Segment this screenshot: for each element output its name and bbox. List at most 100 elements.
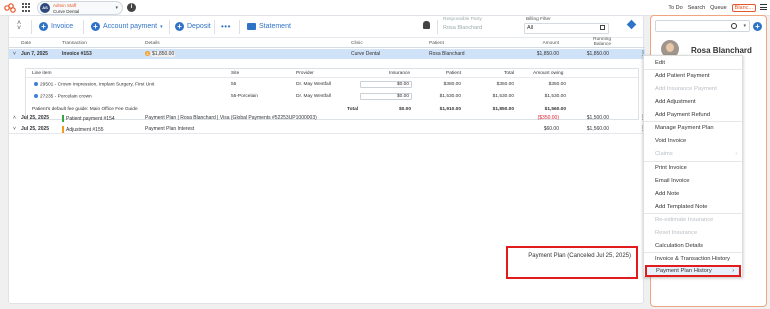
info-icon[interactable]: i (127, 3, 136, 12)
patient-search-input[interactable]: ▾ (655, 20, 750, 32)
payment-marker-icon (62, 115, 64, 122)
apps-grid-icon[interactable] (22, 3, 31, 12)
statement-label: Statement (259, 23, 291, 30)
row-transaction: Invoice #153 (62, 51, 92, 57)
li-col-insurance: Insurance (389, 71, 411, 76)
chevron-up-icon[interactable]: ˄ (13, 115, 16, 121)
menu-edit[interactable]: Edit (644, 57, 742, 69)
responsible-party-label: Responsible Party (443, 17, 482, 22)
col-details[interactable]: Details (145, 41, 160, 46)
menu-print-invoice[interactable]: Print Invoice (644, 162, 742, 174)
insurance-input[interactable]: $0.00 (360, 93, 412, 100)
menu-reestimate-insurance: Re-estimate Insurance (655, 217, 714, 223)
menu-add-note[interactable]: Add Note (644, 188, 742, 200)
divider (31, 20, 32, 34)
billing-filter-label: Billing Filter (526, 17, 551, 22)
total-owing: $1,560.00 (544, 107, 566, 112)
menu-payment-plan-history-label: Payment Plan History (656, 268, 712, 274)
col-amount[interactable]: Amount (529, 41, 559, 46)
line-item-patient: $380.00 (443, 82, 461, 87)
chevron-down-icon[interactable]: ˅ (13, 51, 16, 57)
plus-icon: + (91, 22, 100, 31)
menu-claims-label: Claims (655, 151, 673, 157)
active-patient-tab[interactable]: Blanc... (731, 4, 756, 12)
menu-manage-payment-plan[interactable]: Manage Payment Plan (644, 122, 742, 134)
chevron-right-icon: › (735, 151, 737, 157)
deposit-label: Deposit (187, 23, 211, 30)
todo-link[interactable]: To Do (668, 5, 682, 12)
chevron-down-icon[interactable]: ˅ (13, 126, 16, 132)
staff-switcher[interactable]: AS Admin Staff Curve Dental ▾ (37, 1, 123, 15)
plus-icon[interactable]: + (753, 22, 762, 31)
more-options-button[interactable]: ••• (221, 22, 231, 31)
ledger-row-payment[interactable]: ˄ Jul 25, 2025 Patient payment #154 Paym… (9, 113, 646, 123)
menu-add-payment-refund[interactable]: Add Payment Refund (644, 109, 742, 121)
billing-filter-select[interactable] (524, 23, 609, 34)
line-items-header: Line item Site Provider Insurance Patien… (26, 69, 638, 78)
row-amount: ($350.00) (537, 115, 559, 121)
col-transaction[interactable]: Transaction (62, 41, 87, 46)
search-icon (731, 23, 737, 29)
box-icon[interactable] (626, 19, 637, 30)
ledger-header: Date Transaction Details Clinic Patient … (9, 37, 645, 48)
divider (169, 20, 170, 34)
line-item-patient: $1,530.00 (439, 94, 461, 99)
menu-void-invoice[interactable]: Void Invoice (644, 135, 742, 147)
menu-add-patient-payment[interactable]: Add Patient Payment (644, 70, 742, 82)
fee-guide-text: Patient's default fee guide: Main Office… (32, 107, 138, 112)
divider (239, 20, 240, 34)
menu-invoice-transaction-history[interactable]: Invoice & Transaction History (644, 253, 742, 265)
ledger-toolbar: ˄ ˅ + Invoice + Account payment ▾ + Depos… (9, 16, 645, 38)
row-date: Jul 25, 2025 (21, 126, 50, 132)
avatar: AS (40, 3, 50, 13)
queue-link[interactable]: Queue (710, 5, 727, 12)
line-item-owing: $350.00 (548, 82, 566, 87)
responsible-party-select[interactable]: Rosa Blanchard (443, 25, 482, 31)
li-col-provider: Provider (296, 71, 314, 76)
chevron-down-icon: ▾ (743, 23, 746, 29)
insurance-input[interactable]: $0.00 (360, 81, 412, 88)
invoice-button[interactable]: + Invoice (39, 20, 73, 33)
adjustment-marker-icon (62, 126, 64, 133)
plus-icon: + (39, 22, 48, 31)
bell-icon[interactable] (423, 21, 430, 29)
divider (83, 20, 84, 34)
row-details: Payment Plan Interest (145, 126, 195, 132)
status-dot-icon (34, 82, 38, 86)
deposit-button[interactable]: + Deposit (175, 20, 211, 33)
menu-payment-plan-history[interactable]: Payment Plan History › (645, 265, 741, 277)
line-item-provider: Dr. May Westfall (296, 82, 331, 87)
top-links: To Do Search Queue Blanc... (668, 4, 756, 12)
menu-add-adjustment[interactable]: Add Adjustment (644, 96, 742, 108)
row-date: Jun 7, 2025 (21, 51, 48, 57)
menu-calculation-details[interactable]: Calculation Details (644, 240, 742, 252)
menu-email-invoice[interactable]: Email Invoice (644, 175, 742, 187)
line-item-site: 55 (231, 82, 237, 87)
col-running-balance[interactable]: Running Balance (581, 37, 611, 47)
statement-button[interactable]: Statement (247, 20, 291, 33)
row-transaction: Patient payment #154 (62, 115, 115, 122)
menu-claims: Claims › (644, 148, 742, 160)
ledger-row-invoice[interactable]: ˅ Jun 7, 2025 Invoice #153 $ $1,850.00 Cu… (9, 49, 646, 59)
li-col-site: Site (231, 71, 240, 76)
staff-name: Admin Staff (53, 3, 77, 8)
row-details: Payment Plan | Rosa Blanchard | Visa (Gl… (145, 115, 317, 121)
ledger-row-adjustment[interactable]: ˅ Jul 25, 2025 Adjustment #155 Payment P… (9, 124, 646, 134)
account-payment-button[interactable]: + Account payment ▾ (91, 20, 163, 33)
hamburger-icon[interactable] (760, 4, 767, 10)
li-col-patient: Patient (446, 71, 461, 76)
col-clinic[interactable]: Clinic (351, 41, 363, 46)
curve-logo-icon[interactable] (4, 3, 16, 13)
col-date[interactable]: Date (21, 41, 31, 46)
menu-reset-insurance: Reset Insurance (655, 230, 698, 236)
col-patient[interactable]: Patient (429, 41, 444, 46)
menu-add-templated-note[interactable]: Add Templated Note (644, 201, 742, 213)
calendar-icon[interactable] (600, 25, 605, 30)
row-context-menu: Edit Add Patient Payment Add Insurance P… (643, 55, 743, 277)
divider (437, 20, 438, 34)
line-item-site: 55-Porcelain (231, 94, 258, 99)
sort-arrows-icon[interactable]: ˄ ˅ (17, 20, 21, 32)
line-item-desc: 27235 - Porcelain crown (34, 94, 92, 99)
top-bar: AS Admin Staff Curve Dental ▾ i To Do Se… (0, 0, 770, 16)
search-link[interactable]: Search (688, 5, 705, 12)
